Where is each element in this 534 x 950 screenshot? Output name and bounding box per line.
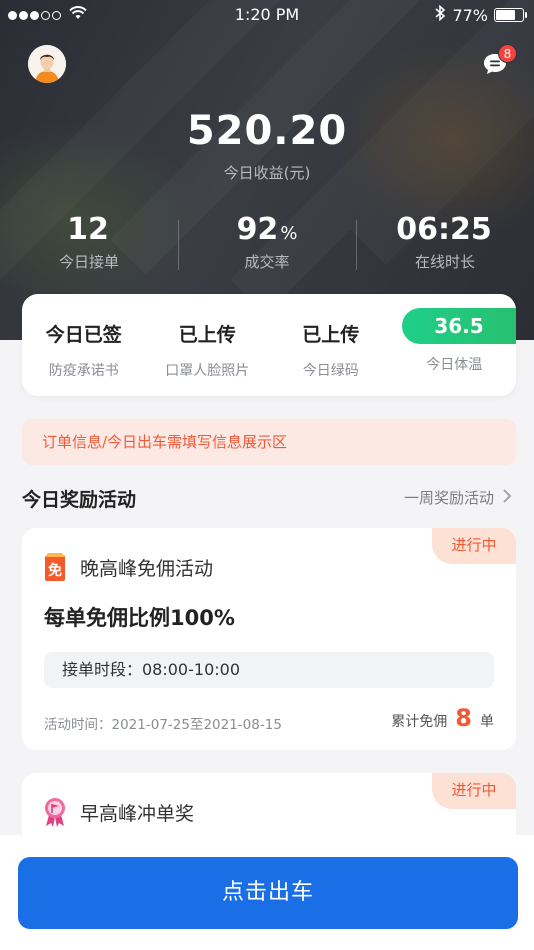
check-temperature[interactable]: 36.5 今日体温 (393, 294, 516, 396)
activity-count: 累计免佣 8 单 (391, 704, 494, 732)
stat-orders: 12 今日接单 (0, 212, 178, 282)
stat-value: 92 (236, 212, 279, 247)
activity-card[interactable]: 进行中 免 晚高峰免佣活动 每单免佣比例100% 接单时段：08:00-10:0… (22, 528, 516, 750)
count-prefix: 累计免佣 (391, 714, 448, 730)
count-suffix: 单 (480, 714, 494, 730)
check-green-code[interactable]: 已上传 今日绿码 (269, 294, 393, 396)
activity-name: 晚高峰免佣活动 (80, 557, 214, 580)
svg-text:免: 免 (48, 562, 62, 579)
activity-date: 活动时间：2021-07-25至2021-08-15 (44, 717, 282, 733)
status-bar: 1:20 PM 77% (0, 0, 534, 30)
check-pledge[interactable]: 今日已签 防疫承诺书 (22, 294, 146, 396)
chevron-right-icon (502, 488, 512, 508)
stat-conversion-rate: 92% 成交率 (178, 212, 356, 282)
status-tag: 进行中 (432, 528, 516, 564)
weekly-rewards-link[interactable]: 一周奖励活动 (404, 487, 512, 508)
bottom-bar: 点击出车 (0, 835, 534, 950)
stat-value: 12 (67, 212, 109, 247)
check-label: 防疫承诺书 (48, 363, 119, 379)
activity-name: 早高峰冲单奖 (80, 802, 195, 825)
earnings-summary: 520.20 今日收益(元) (0, 108, 534, 183)
message-count-badge: 8 (498, 44, 517, 63)
stat-value: 06:25 (396, 212, 492, 247)
check-label: 口罩人脸照片 (165, 363, 250, 379)
status-tag: 进行中 (432, 773, 516, 809)
activity-period: 接单时段：08:00-10:00 (44, 652, 494, 688)
check-status: 已上传 (178, 324, 236, 346)
battery-icon (494, 8, 527, 22)
earnings-label: 今日收益(元) (223, 164, 311, 182)
earnings-value: 520.20 (186, 108, 348, 154)
stat-label: 在线时长 (414, 253, 475, 271)
messages-button[interactable]: 8 (482, 44, 517, 76)
stat-online-time: 06:25 在线时长 (356, 212, 534, 282)
battery-percent: 77% (452, 5, 488, 25)
temperature-value: 36.5 (402, 308, 516, 344)
check-label: 今日体温 (426, 357, 483, 373)
stat-label: 成交率 (244, 253, 290, 271)
link-label: 一周奖励活动 (403, 489, 494, 507)
order-info-notice[interactable]: 订单信息/今日出车需填写信息展示区 (22, 419, 516, 465)
check-status: 今日已签 (45, 324, 122, 346)
section-title: 今日奖励活动 (22, 489, 137, 511)
health-check-card: 今日已签 防疫承诺书 已上传 口罩人脸照片 已上传 今日绿码 36.5 今日体温 (22, 294, 516, 396)
check-label: 今日绿码 (302, 363, 359, 379)
avatar[interactable] (28, 45, 66, 83)
stats-row: 12 今日接单 92% 成交率 06:25 在线时长 (0, 212, 534, 282)
check-mask-photo[interactable]: 已上传 口罩人脸照片 (146, 294, 270, 396)
commission-free-icon: 免 (42, 552, 68, 582)
activity-rule: 每单免佣比例100% (44, 606, 235, 630)
flag-medal-icon (42, 797, 68, 827)
count-value: 8 (455, 704, 472, 732)
depart-button[interactable]: 点击出车 (18, 857, 518, 929)
stat-label: 今日接单 (58, 253, 119, 271)
stat-unit: % (280, 223, 298, 244)
rewards-section-header: 今日奖励活动 一周奖励活动 (22, 482, 516, 512)
check-status: 已上传 (302, 324, 360, 346)
bluetooth-icon (434, 4, 446, 25)
